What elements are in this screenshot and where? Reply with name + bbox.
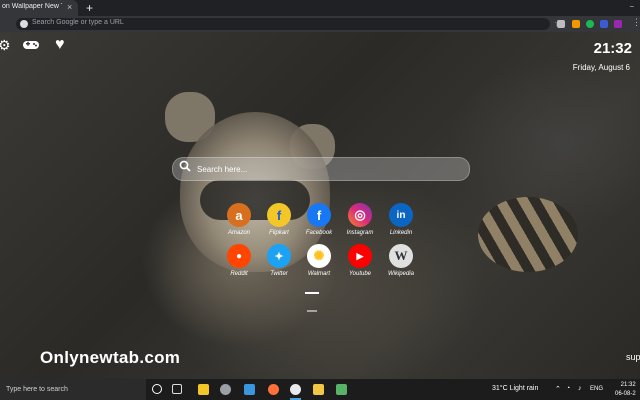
language-indicator[interactable]: ENG (590, 386, 603, 392)
shortcut-label: Instagram (346, 230, 374, 236)
volume-icon[interactable]: ♪ (578, 385, 582, 392)
app-icon[interactable] (336, 384, 347, 395)
search-bar[interactable] (172, 157, 470, 181)
clock-date: Friday, August 6 (572, 63, 630, 72)
taskbar-search-placeholder: Type here to search (6, 386, 68, 393)
firefox-icon[interactable] (268, 384, 279, 395)
facebook-icon: f (307, 203, 331, 227)
wikipedia-icon: W (389, 244, 413, 268)
tray-chevron-icon[interactable]: ⌃ (555, 385, 561, 393)
pager-dot-active[interactable] (305, 292, 319, 294)
shortcut-flipkart[interactable]: f Flipkart (258, 203, 300, 236)
shortcut-twitter[interactable]: ✦ Twitter (258, 244, 300, 277)
shortcut-pager[interactable] (305, 281, 333, 312)
task-view-icon[interactable] (172, 384, 182, 394)
app-icon[interactable] (220, 384, 231, 395)
extension-icon[interactable] (557, 20, 565, 28)
extension-icon[interactable] (600, 20, 608, 28)
shortcut-facebook[interactable]: f Facebook (298, 203, 340, 236)
chrome-icon[interactable] (290, 384, 301, 395)
search-icon[interactable] (179, 160, 191, 175)
shortcut-label: Amazon (227, 230, 250, 236)
shortcut-label: Linkedin (389, 230, 413, 236)
tab-close-icon[interactable]: × (67, 2, 72, 12)
browser-tabstrip: on Wallpaper New Tab The × + − (0, 0, 640, 16)
shortcut-label: Walmart (307, 271, 331, 277)
shortcut-label: Wikipedia (388, 271, 414, 277)
mail-icon[interactable] (244, 384, 255, 395)
system-date: 06-08-2 (615, 391, 636, 397)
gear-icon[interactable]: ⚙ (0, 38, 11, 52)
browser-tab[interactable]: on Wallpaper New Tab The × (0, 0, 78, 16)
tab-title: on Wallpaper New Tab The (2, 3, 62, 10)
shortcut-reddit[interactable]: ● Reddit (218, 244, 260, 277)
shortcut-linkedin[interactable]: in Linkedin (380, 203, 422, 236)
shortcut-label: Flipkart (269, 230, 289, 236)
brand-logo-text[interactable]: Onlynewtab.com (40, 348, 180, 368)
flipkart-icon: f (267, 203, 291, 227)
extension-icon[interactable] (586, 20, 594, 28)
browser-menu-icon[interactable]: ⋮ (632, 17, 640, 28)
cortana-icon[interactable] (152, 384, 162, 394)
shortcut-label: Facebook (305, 230, 333, 236)
shortcut-walmart[interactable]: ✺ Walmart (298, 244, 340, 277)
instagram-icon: ◎ (348, 203, 372, 227)
file-explorer-icon[interactable] (313, 384, 324, 395)
linkedin-icon: in (389, 203, 413, 227)
network-icon[interactable]: ◔ (566, 385, 570, 392)
weather-widget[interactable]: 31°C Light rain (492, 385, 538, 392)
system-clock[interactable]: 21:32 06-08-2 (615, 381, 636, 399)
extension-icon[interactable] (572, 20, 580, 28)
wallpaper-detail (478, 197, 578, 272)
store-icon[interactable] (198, 384, 209, 395)
reddit-icon: ● (227, 244, 251, 268)
heart-icon[interactable]: ♥ (55, 37, 65, 53)
shortcut-instagram[interactable]: ◎ Instagram (339, 203, 381, 236)
extension-icon[interactable] (614, 20, 622, 28)
pager-dot[interactable] (307, 310, 317, 312)
shortcut-label: Reddit (230, 271, 248, 277)
shortcut-youtube[interactable]: ▶ Youtube (339, 244, 381, 277)
clock-time: 21:32 (593, 40, 632, 57)
browser-toolbar: Search Google or type a URL ☆ ⋮ (0, 16, 640, 32)
gamepad-icon[interactable] (22, 38, 40, 54)
walmart-icon: ✺ (307, 244, 331, 268)
twitter-icon: ✦ (267, 244, 291, 268)
shortcut-label: Twitter (270, 271, 288, 277)
amazon-icon: a (227, 203, 251, 227)
shortcut-amazon[interactable]: a Amazon (218, 203, 260, 236)
partial-text: sup (626, 352, 640, 362)
minimize-button[interactable]: − (629, 2, 634, 11)
youtube-icon: ▶ (348, 244, 372, 268)
system-time: 21:32 (620, 382, 636, 388)
new-tab-button[interactable]: + (86, 1, 93, 15)
shortcut-wikipedia[interactable]: W Wikipedia (380, 244, 422, 277)
google-icon (20, 20, 28, 28)
address-placeholder: Search Google or type a URL (32, 19, 124, 26)
windows-taskbar: Type here to search 31°C Light rain ⌃ ◔ … (0, 379, 640, 400)
shortcut-label: Youtube (348, 271, 372, 277)
search-input[interactable] (195, 160, 459, 178)
address-bar[interactable]: Search Google or type a URL ☆ (16, 18, 562, 30)
taskbar-search[interactable]: Type here to search (0, 379, 146, 400)
